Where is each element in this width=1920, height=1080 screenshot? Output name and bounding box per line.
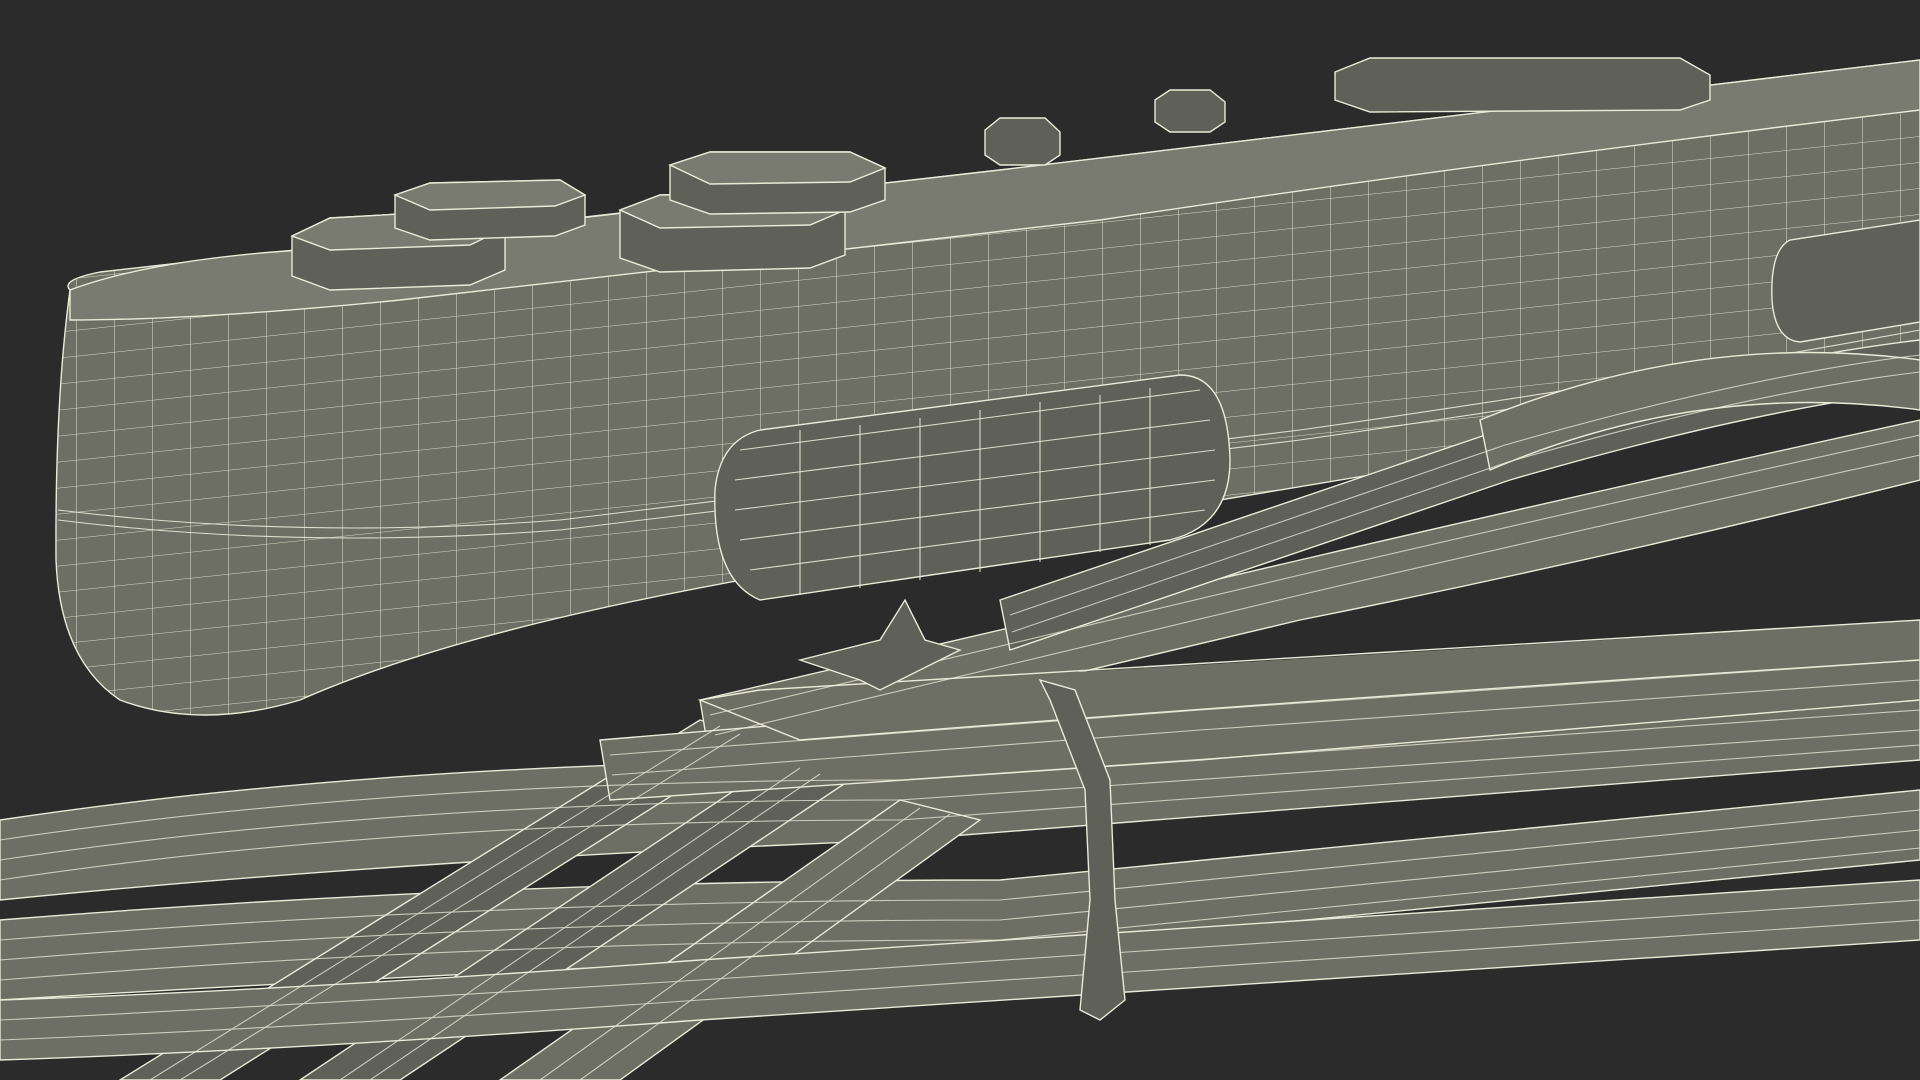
button-small-2 (1154, 89, 1226, 133)
button-top-center-2 (668, 151, 887, 215)
button-top-left-2 (393, 179, 587, 241)
button-top-right (1334, 57, 1711, 113)
button-small-1 (984, 117, 1061, 166)
wireframe-render-viewport (0, 0, 1920, 1080)
